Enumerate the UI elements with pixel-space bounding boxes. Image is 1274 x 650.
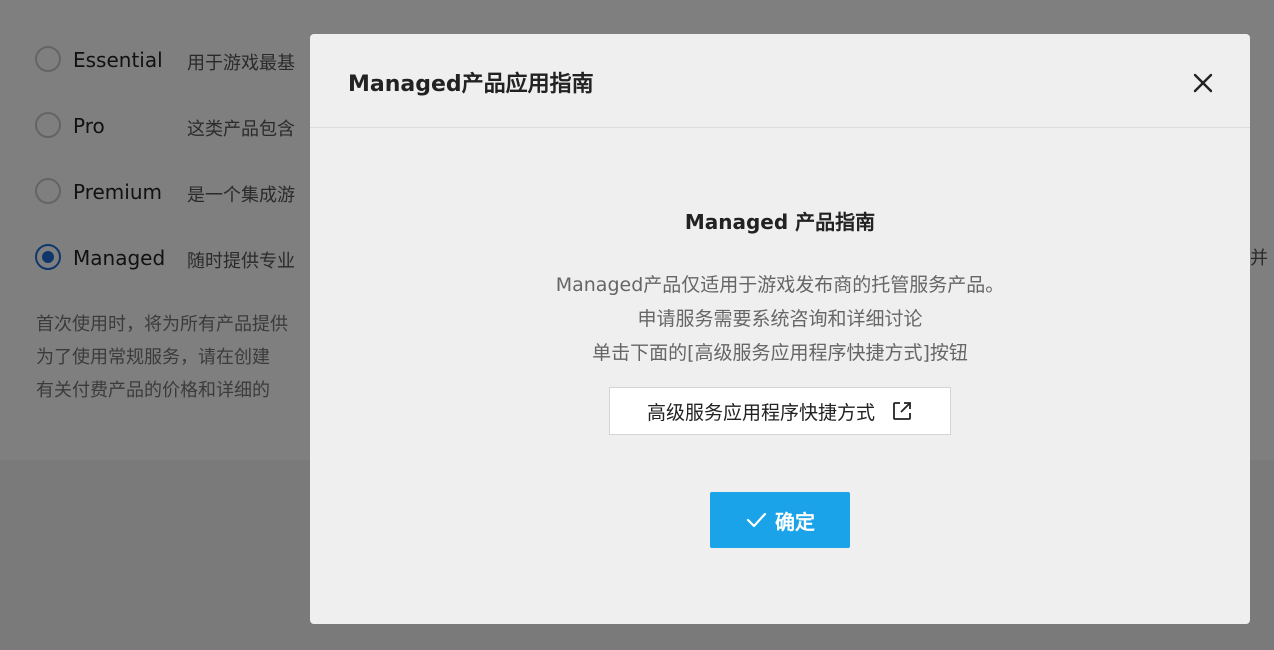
check-icon bbox=[746, 512, 767, 528]
confirm-button-label: 确定 bbox=[775, 509, 815, 534]
guide-text-line: Managed产品仅适用于游戏发布商的托管服务产品。 bbox=[555, 274, 1005, 296]
confirm-button[interactable]: 确定 bbox=[710, 492, 850, 548]
guide-heading: Managed 产品指南 bbox=[684, 210, 876, 234]
close-icon[interactable] bbox=[1188, 68, 1218, 98]
guide-text-line: 单击下面的[高级服务应用程序快捷方式]按钮 bbox=[592, 342, 968, 364]
close-button[interactable] bbox=[1188, 68, 1218, 98]
managed-guide-dialog: Managed产品应用指南 Managed 产品指南 Managed产品仅适用于… bbox=[310, 34, 1250, 624]
premium-service-shortcut-button[interactable]: 高级服务应用程序快捷方式 bbox=[609, 387, 951, 435]
shortcut-button-label: 高级服务应用程序快捷方式 bbox=[646, 401, 875, 424]
dialog-title: Managed产品应用指南 bbox=[348, 72, 594, 97]
guide-text-line: 申请服务需要系统咨询和详细讨论 bbox=[637, 308, 923, 330]
dialog-header: Managed产品应用指南 bbox=[310, 34, 1250, 128]
external-link-icon bbox=[893, 402, 911, 420]
